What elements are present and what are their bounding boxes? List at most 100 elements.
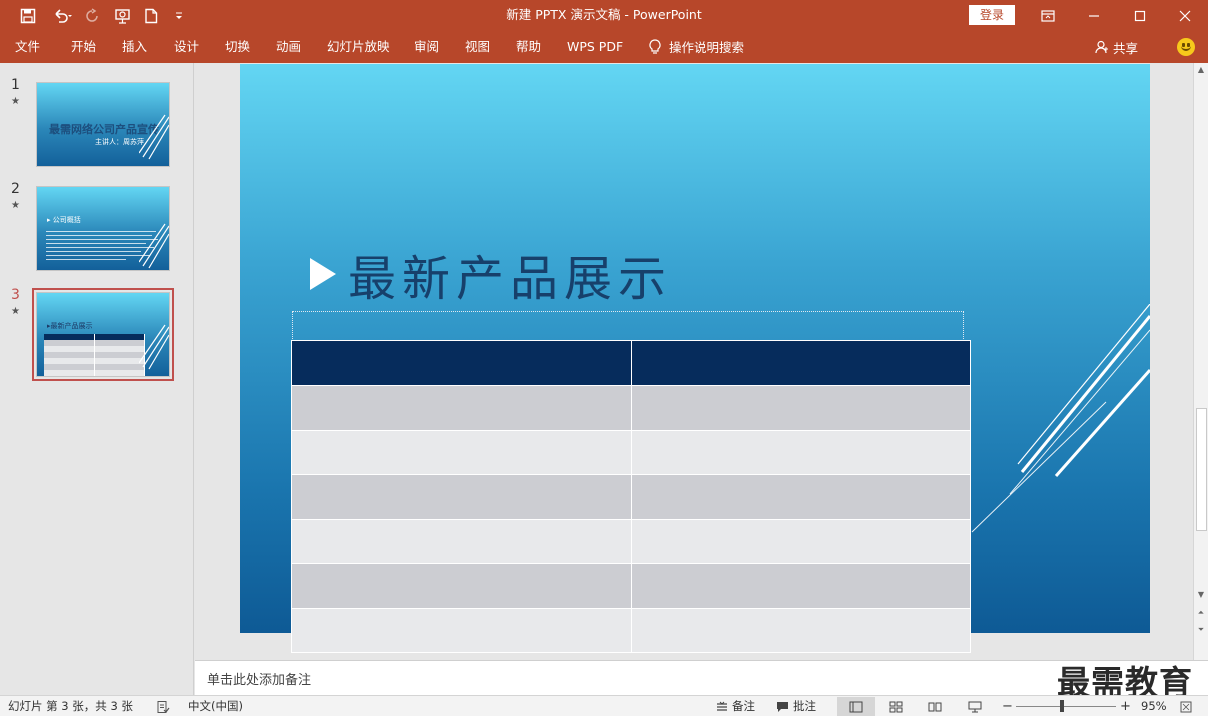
maximize-icon[interactable] [1117, 0, 1163, 31]
tell-me-label: 操作说明搜索 [669, 39, 745, 55]
table-cell[interactable] [291, 385, 632, 431]
thumbnail-text-line [46, 255, 150, 256]
zoom-out-button[interactable]: − [1002, 696, 1013, 716]
tab-transitions[interactable]: 切换 [225, 31, 250, 63]
decorative-lines-icon [971, 304, 1150, 533]
slide-table[interactable] [291, 340, 971, 653]
table-cell[interactable] [630, 340, 971, 386]
scroll-up-icon[interactable]: ▲ [1194, 63, 1208, 77]
thumbnail-table [44, 334, 145, 376]
zoom-in-button[interactable]: + [1120, 696, 1131, 716]
thumbnail-number: 3 [11, 287, 20, 303]
present-icon[interactable] [110, 0, 136, 31]
tab-review[interactable]: 审阅 [414, 31, 439, 63]
scroll-down-icon[interactable]: ▼ [1194, 588, 1208, 602]
zoom-slider[interactable] [1016, 706, 1116, 707]
thumbnail-text-line [46, 247, 154, 248]
new-file-icon[interactable] [140, 0, 162, 31]
close-icon[interactable] [1162, 0, 1208, 31]
thumbnail-title-text: 公司概括 [52, 216, 81, 224]
table-cell[interactable] [291, 607, 632, 653]
slide-sorter-button[interactable] [877, 697, 915, 716]
thumbnail-title: ▸最新产品展示 [47, 322, 93, 330]
scrollbar-thumb[interactable] [1196, 408, 1207, 531]
previous-slide-icon[interactable]: ⏶ [1194, 606, 1208, 620]
feedback-smiley-icon[interactable] [1177, 38, 1195, 56]
title-bar: 新建 PPTX 演示文稿 - PowerPoint 登录 [0, 0, 1208, 31]
play-triangle-icon [310, 258, 336, 290]
decorative-lines-icon [139, 223, 169, 269]
tell-me-search[interactable]: 操作说明搜索 [649, 31, 744, 63]
slide-count: 幻灯片 第 3 张，共 3 张 [8, 699, 133, 713]
decorative-lines-icon [139, 114, 169, 160]
zoom-level[interactable]: 95% [1141, 696, 1167, 716]
comments-label: 批注 [793, 699, 816, 713]
table-cell[interactable] [291, 429, 632, 475]
reading-view-button[interactable] [916, 697, 954, 716]
share-label: 共享 [1113, 40, 1139, 56]
slide-title[interactable]: 最新产品展示 [310, 239, 672, 309]
thumbnail-title: ▸ 公司概括 [47, 216, 81, 224]
zoom-slider-handle[interactable] [1060, 700, 1064, 712]
table-cell[interactable] [291, 518, 632, 564]
tab-insert[interactable]: 插入 [122, 31, 147, 63]
redo-icon[interactable] [81, 0, 103, 31]
table-cell[interactable] [630, 607, 971, 653]
comment-icon [776, 701, 789, 713]
thumbnail-text-line [46, 235, 152, 236]
table-cell[interactable] [630, 518, 971, 564]
notes-label: 备注 [732, 699, 755, 713]
spellcheck-icon[interactable] [156, 696, 170, 716]
slide-thumbnail-3[interactable]: ▸最新产品展示 [32, 288, 174, 381]
table-cell[interactable] [630, 429, 971, 475]
table-cell[interactable] [630, 385, 971, 431]
table-cell[interactable] [630, 563, 971, 609]
notes-pane[interactable]: 单击此处添加备注 最需教育 [195, 660, 1208, 702]
table-cell[interactable] [630, 474, 971, 520]
slide-thumbnail-2[interactable]: ▸ 公司概括 [36, 186, 170, 271]
save-icon[interactable] [14, 0, 42, 31]
table-cell[interactable] [291, 563, 632, 609]
tab-home[interactable]: 开始 [71, 31, 96, 63]
customize-icon[interactable] [170, 0, 188, 31]
tab-slideshow[interactable]: 幻灯片放映 [327, 31, 390, 63]
comments-button[interactable]: 批注 [776, 696, 816, 716]
thumbnail-text-line [46, 243, 146, 244]
fit-to-window-icon[interactable] [1180, 696, 1192, 716]
tab-file[interactable]: 文件 [15, 31, 40, 63]
status-bar: 幻灯片 第 3 张，共 3 张 中文(中国) 备注 批注 − + 95% [0, 695, 1208, 716]
animation-star-icon: ★ [11, 96, 20, 107]
tab-wps-pdf[interactable]: WPS PDF [567, 31, 623, 63]
slide-editor: 最新产品展示 [195, 63, 1193, 660]
tab-design[interactable]: 设计 [174, 31, 199, 63]
notes-button[interactable]: 备注 [716, 696, 755, 716]
undo-icon[interactable] [47, 0, 77, 31]
login-button[interactable]: 登录 [969, 5, 1015, 25]
thumbnail-number: 2 [11, 181, 20, 197]
ribbon-display-icon[interactable] [1025, 0, 1071, 31]
ribbon-tabs: 文件 开始 插入 设计 切换 动画 幻灯片放映 审阅 视图 帮助 WPS PDF… [0, 31, 1208, 63]
language-indicator[interactable]: 中文(中国) [188, 696, 243, 716]
thumbnail-title-text: 最新产品展示 [50, 322, 93, 330]
notes-placeholder: 单击此处添加备注 [207, 673, 312, 688]
animation-star-icon: ★ [11, 200, 20, 211]
slideshow-button[interactable] [956, 697, 994, 716]
share-button[interactable]: 共享 [1095, 31, 1138, 63]
animation-star-icon: ★ [11, 306, 20, 317]
slide-thumbnail-1[interactable]: 最需网络公司产品宣传 主讲人：周苏萍 [36, 82, 170, 167]
normal-view-button[interactable] [837, 697, 875, 716]
tab-animations[interactable]: 动画 [276, 31, 301, 63]
lightbulb-icon [649, 39, 661, 55]
minimize-icon[interactable] [1071, 0, 1117, 31]
table-cell[interactable] [291, 340, 632, 386]
vertical-scrollbar[interactable]: ▲ ▼ ⏶ ⏷ [1193, 63, 1208, 660]
next-slide-icon[interactable]: ⏷ [1194, 623, 1208, 637]
table-cell[interactable] [291, 474, 632, 520]
tab-view[interactable]: 视图 [465, 31, 490, 63]
thumbnail-subtitle: 主讲人：周苏萍 [95, 138, 144, 146]
content-placeholder[interactable] [292, 311, 964, 341]
tab-help[interactable]: 帮助 [516, 31, 541, 63]
slide-thumbnails-pane: 1 ★ 最需网络公司产品宣传 主讲人：周苏萍 2 ★ ▸ 公司概括 3 ★ ▸最… [0, 63, 194, 695]
person-icon [1095, 40, 1109, 54]
thumbnail-number: 1 [11, 77, 20, 93]
